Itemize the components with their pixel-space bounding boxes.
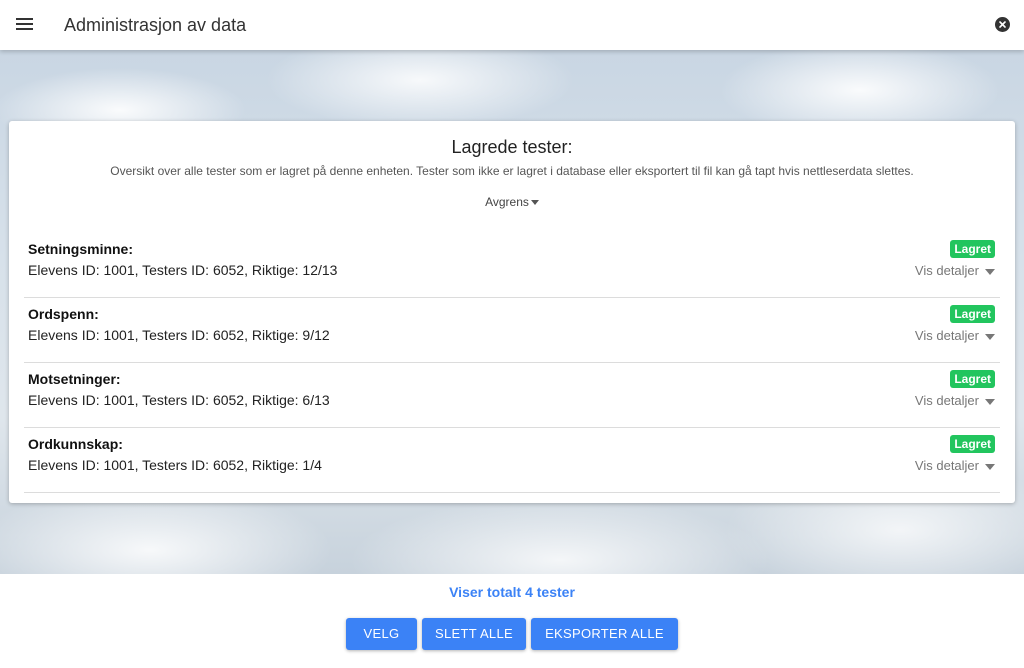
test-name: Setningsminne: — [28, 241, 134, 257]
test-name: Ordkunnskap: — [28, 436, 123, 452]
app-bar: Administrasjon av data — [0, 0, 1024, 50]
status-badge: Lagret — [950, 305, 995, 323]
saved-tests-card: Lagrede tester: Oversikt over alle teste… — [9, 121, 1015, 503]
test-row-ordspenn: Ordspenn: Elevens ID: 1001, Testers ID: … — [24, 298, 1000, 363]
test-row-ordkunnskap: Ordkunnskap: Elevens ID: 1001, Testers I… — [24, 428, 1000, 493]
test-list: Setningsminne: Elevens ID: 1001, Testers… — [24, 233, 1000, 493]
hamburger-menu-icon[interactable] — [15, 15, 35, 35]
caret-down-icon — [985, 268, 995, 275]
show-details-toggle[interactable]: Vis detaljer — [915, 393, 995, 409]
show-details-toggle[interactable]: Vis detaljer — [915, 458, 995, 474]
status-badge: Lagret — [950, 435, 995, 453]
details-label: Vis detaljer — [914, 393, 979, 408]
filter-label: Avgrens — [485, 195, 529, 209]
filter-dropdown[interactable]: Avgrens — [9, 194, 1015, 210]
status-badge: Lagret — [950, 240, 995, 258]
show-details-toggle[interactable]: Vis detaljer — [915, 328, 995, 344]
total-count: Viser totalt 4 tester — [449, 584, 575, 600]
status-badge: Lagret — [950, 370, 995, 388]
card-title: Lagrede tester: — [451, 137, 573, 157]
test-row-motsetninger: Motsetninger: Elevens ID: 1001, Testers … — [24, 363, 1000, 428]
details-label: Vis detaljer — [914, 263, 979, 278]
test-info: Elevens ID: 1001, Testers ID: 6052, Rikt… — [28, 457, 322, 473]
test-info: Elevens ID: 1001, Testers ID: 6052, Rikt… — [28, 327, 330, 343]
test-name: Ordspenn: — [28, 306, 99, 322]
caret-down-icon — [985, 398, 995, 405]
caret-down-icon — [530, 200, 539, 206]
caret-down-icon — [985, 463, 995, 470]
page-title: Administrasjon av data — [64, 15, 247, 35]
test-info: Elevens ID: 1001, Testers ID: 6052, Rikt… — [28, 392, 330, 408]
card-description: Oversikt over alle tester som er lagret … — [110, 164, 914, 178]
export-all-button[interactable]: EKSPORTER ALLE — [531, 618, 678, 650]
test-name: Motsetninger: — [28, 371, 121, 387]
test-row-setningsminne: Setningsminne: Elevens ID: 1001, Testers… — [24, 233, 1000, 298]
delete-all-button[interactable]: SLETT ALLE — [422, 618, 526, 650]
test-info: Elevens ID: 1001, Testers ID: 6052, Rikt… — [28, 262, 338, 278]
show-details-toggle[interactable]: Vis detaljer — [915, 263, 995, 279]
details-label: Vis detaljer — [914, 328, 979, 343]
close-icon[interactable] — [995, 17, 1010, 32]
caret-down-icon — [985, 333, 995, 340]
select-button[interactable]: VELG — [346, 618, 417, 650]
details-label: Vis detaljer — [914, 458, 979, 473]
